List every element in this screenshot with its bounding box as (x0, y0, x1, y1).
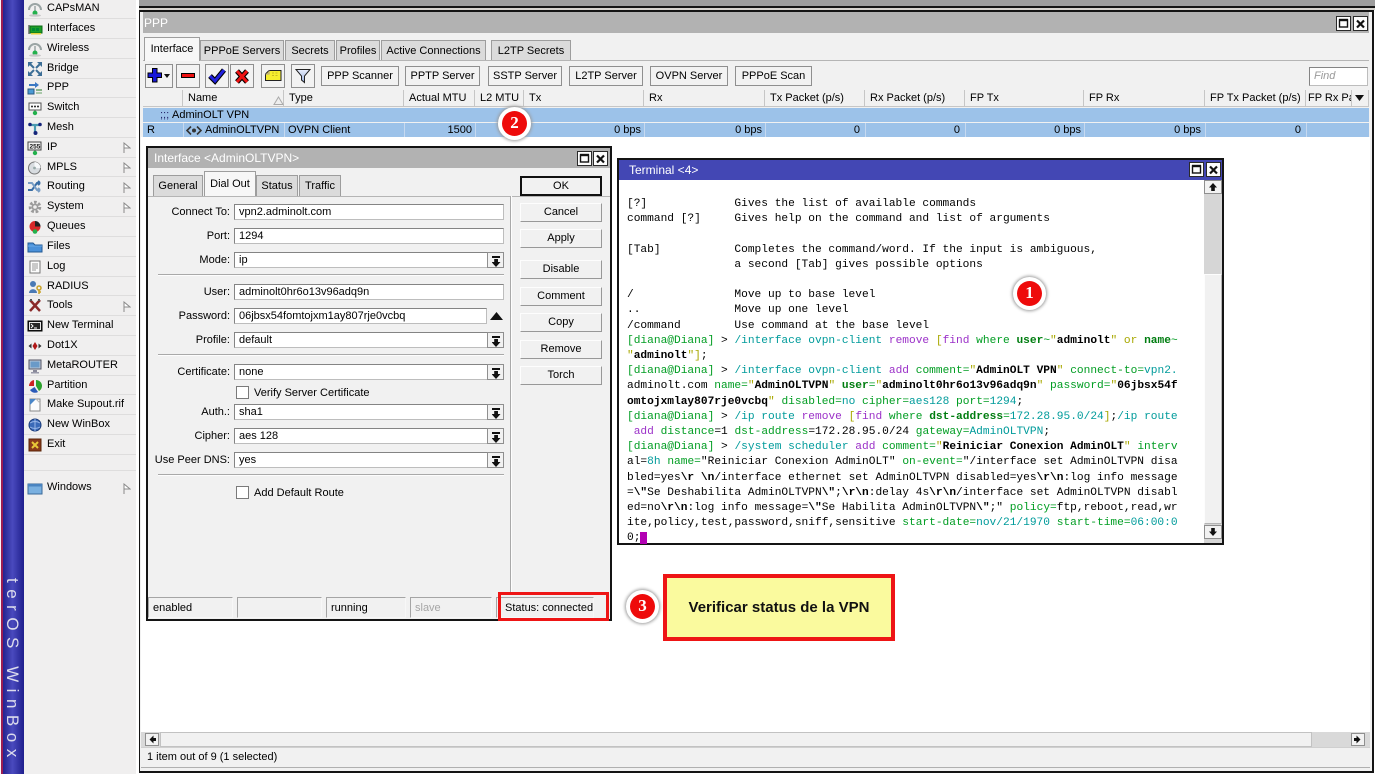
svg-text:255: 255 (30, 144, 41, 151)
